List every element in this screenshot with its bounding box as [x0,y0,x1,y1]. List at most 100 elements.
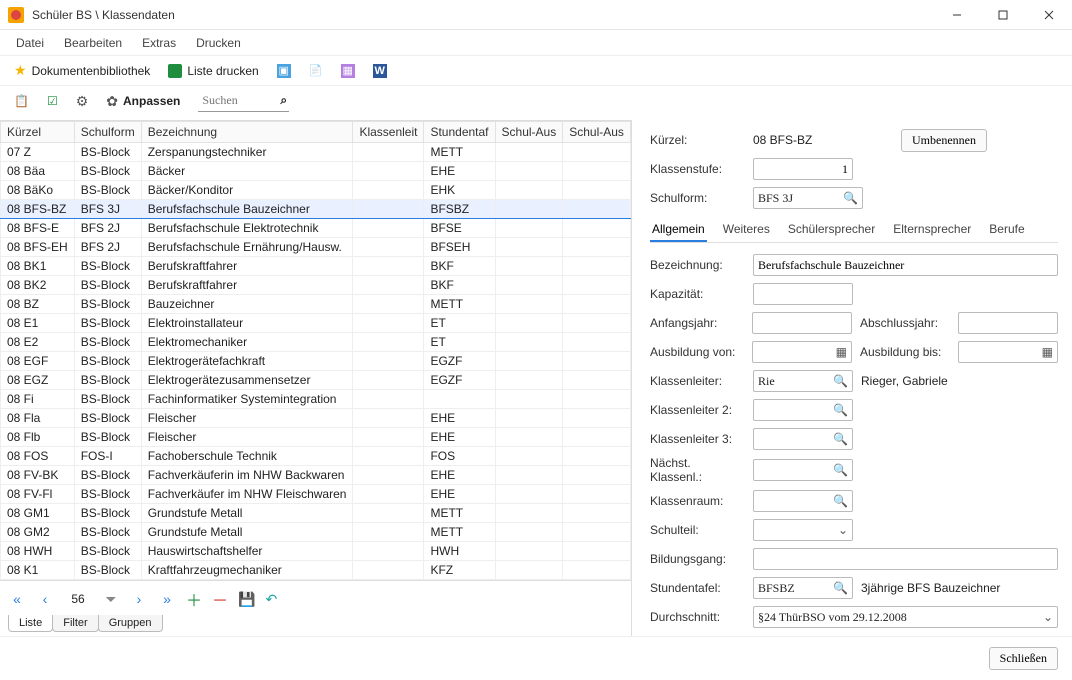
naechst-kl-combo[interactable]: 🔍 [753,459,853,481]
nav-last[interactable]: » [158,591,176,607]
detail-tab-1[interactable]: Weiteres [721,218,772,242]
kl3-combo[interactable]: 🔍 [753,428,853,450]
check-button[interactable]: ☑ [41,91,64,111]
table-row[interactable]: 08 BFS-EBFS 2JBerufsfachschule Elektrote… [1,219,632,238]
table-row[interactable]: 08 FOSFOS-IFachoberschule TechnikFOS [1,447,632,466]
print-list-button[interactable]: Liste drucken [162,61,264,81]
schulform-lbl: Schulform: [650,191,745,205]
table-row[interactable]: 08 HWHBS-BlockHauswirtschaftshelferHWH [1,542,632,561]
detail-tab-4[interactable]: Berufe [987,218,1026,242]
detail-tab-3[interactable]: Elternsprecher [891,218,973,242]
col-header[interactable]: Schulform [74,122,141,143]
table-row[interactable]: 08 BäKoBS-BlockBäcker/KonditorEHK [1,181,632,200]
search-input[interactable] [200,92,280,109]
customize-label: Anpassen [123,94,180,108]
schulform-combo[interactable]: BFS 3J 🔍 [753,187,863,209]
table-row[interactable]: 08 EGFBS-BlockElektrogerätefachkraftEGZF [1,352,632,371]
table-row[interactable]: 08 BK1BS-BlockBerufskraftfahrerBKF [1,257,632,276]
col-header[interactable]: Schul-Aus [495,122,563,143]
nav-prev[interactable]: ‹ [36,591,54,607]
tool-icon-4[interactable]: W [367,61,393,81]
table-row[interactable]: 08 BFS-BZBFS 3JBerufsfachschule Bauzeich… [1,200,632,219]
rename-button[interactable]: Umbenennen [901,129,987,152]
check-icon: ☑ [47,94,58,108]
ausb-von-input[interactable]: ▦ [752,341,852,363]
anfangsjahr-input[interactable] [752,312,852,334]
bottom-tab-liste[interactable]: Liste [8,615,53,632]
menu-drucken[interactable]: Drucken [188,33,249,53]
doclib-label: Dokumentenbibliothek [32,64,151,78]
table-row[interactable]: 08 GM1BS-BlockGrundstufe MetallMETT [1,504,632,523]
kl2-lbl: Klassenleiter 2: [650,403,745,417]
stundentafel-name: 3jährige BFS Bauzeichner [861,581,1000,595]
table-row[interactable]: 08 FV-BKBS-BlockFachverkäuferin im NHW B… [1,466,632,485]
table-row[interactable]: 08 BäaBS-BlockBäckerEHE [1,162,632,181]
customize-button[interactable]: ✿Anpassen [100,90,186,113]
bottom-tab-filter[interactable]: Filter [52,615,98,632]
kl1-combo[interactable]: Rie🔍 [753,370,853,392]
table-row[interactable]: 08 FlaBS-BlockFleischerEHE [1,409,632,428]
menu-datei[interactable]: Datei [8,33,52,53]
durchschnitt-lbl: Durchschnitt: [650,610,745,624]
menu-bearbeiten[interactable]: Bearbeiten [56,33,130,53]
filter-icon[interactable]: ⏷ [102,591,120,608]
abschlussjahr-input[interactable] [958,312,1058,334]
detail-tab-2[interactable]: Schülersprecher [786,218,877,242]
bezeichnung-input[interactable] [753,254,1058,276]
klassenraum-combo[interactable]: 🔍 [753,490,853,512]
bildungsgang-input[interactable] [753,548,1058,570]
clipboard-button[interactable]: 📋 [8,91,35,111]
table-row[interactable]: 08 GM2BS-BlockGrundstufe MetallMETT [1,523,632,542]
app-icon [8,7,24,23]
stundentafel-combo[interactable]: BFSBZ🔍 [753,577,853,599]
star-icon: ★ [14,62,27,79]
bildungsgang-lbl: Bildungsgang: [650,552,745,566]
nav-next[interactable]: › [130,591,148,607]
maximize-button[interactable] [980,0,1026,30]
minimize-button[interactable] [934,0,980,30]
table-row[interactable]: 08 BZBS-BlockBauzeichnerMETT [1,295,632,314]
clipboard-icon: 📋 [14,94,29,108]
add-button[interactable]: ＋ [186,587,202,611]
kl2-combo[interactable]: 🔍 [753,399,853,421]
table-row[interactable]: 08 K1BS-BlockKraftfahrzeugmechanikerKFZ [1,561,632,580]
table-row[interactable]: 08 FiBS-BlockFachinformatiker Systeminte… [1,390,632,409]
search-icon: 🔍 [829,581,848,596]
undo-button[interactable]: ↶ [265,591,277,608]
nav-first[interactable]: « [8,591,26,607]
detail-tab-0[interactable]: Allgemein [650,218,707,242]
table-row[interactable]: 08 E1BS-BlockElektroinstallateurET [1,314,632,333]
tool-icon-3[interactable]: ▦ [335,61,361,81]
col-header[interactable]: Klassenleit [353,122,424,143]
tool-icon-1[interactable]: ▣ [271,61,297,81]
blue-square-icon: ▣ [277,64,291,78]
class-table[interactable]: KürzelSchulformBezeichnungKlassenleitStu… [0,121,631,580]
menu-extras[interactable]: Extras [134,33,184,53]
table-row[interactable]: 08 E2BS-BlockElektromechanikerET [1,333,632,352]
save-button[interactable]: 💾 [238,591,255,608]
table-row[interactable]: 08 EGZBS-BlockElektrogerätezusammensetze… [1,371,632,390]
schulteil-combo[interactable]: ⌄ [753,519,853,541]
table-row[interactable]: 08 BK2BS-BlockBerufskraftfahrerBKF [1,276,632,295]
tool-icon-2[interactable]: 📄 [303,61,329,81]
bottom-tab-gruppen[interactable]: Gruppen [98,615,163,632]
table-row[interactable]: 08 FlbBS-BlockFleischerEHE [1,428,632,447]
close-button[interactable] [1026,0,1072,30]
gear-button[interactable]: ⚙ [70,90,95,113]
col-header[interactable]: Bezeichnung [141,122,353,143]
remove-button[interactable]: － [212,587,228,611]
klassenstufe-input[interactable] [753,158,853,180]
doclib-button[interactable]: ★ Dokumentenbibliothek [8,59,156,82]
table-row[interactable]: 07 ZBS-BlockZerspanungstechnikerMETT [1,143,632,162]
col-header[interactable]: Schul-Aus [563,122,631,143]
col-header[interactable]: Kürzel [1,122,75,143]
ausb-bis-input[interactable]: ▦ [958,341,1058,363]
table-row[interactable]: 08 FV-FlBS-BlockFachverkäufer im NHW Fle… [1,485,632,504]
kapazitaet-input[interactable] [753,283,853,305]
col-header[interactable]: Anfangsja [630,122,631,143]
close-bottom-button[interactable]: Schließen [989,647,1058,670]
table-row[interactable]: 08 BFS-EHBFS 2JBerufsfachschule Ernährun… [1,238,632,257]
col-header[interactable]: Stundentaf [424,122,495,143]
search-box[interactable]: ⌕ [198,90,289,112]
durchschnitt-combo[interactable]: §24 ThürBSO vom 29.12.2008⌄ [753,606,1058,628]
